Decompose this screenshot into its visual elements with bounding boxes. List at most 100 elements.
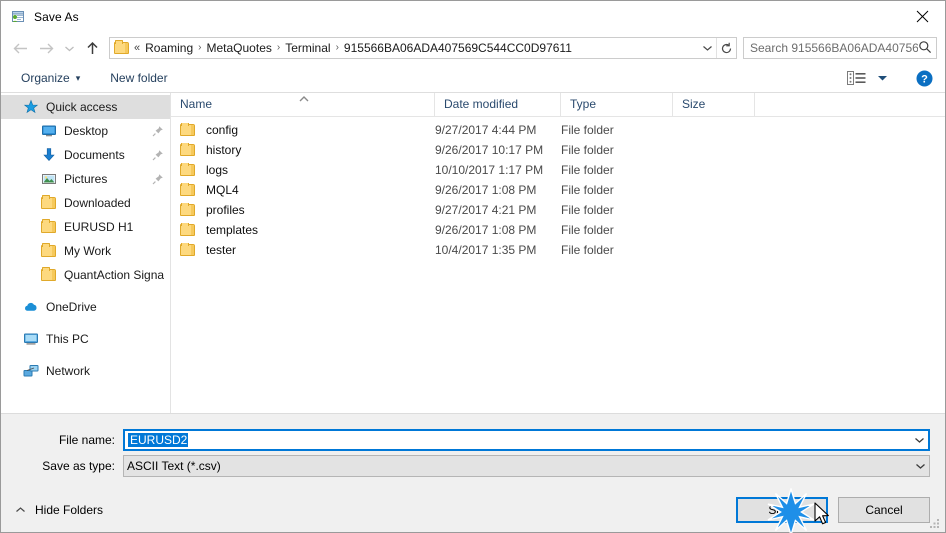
sidebar-item-eurusd-h1[interactable]: EURUSD H1 [1, 215, 170, 239]
sidebar-item-this-pc[interactable]: This PC [1, 327, 170, 351]
window-title: Save As [34, 9, 79, 24]
back-arrow-icon[interactable] [7, 35, 33, 61]
file-date-cell: 10/4/2017 1:35 PM [435, 243, 537, 257]
save-as-type-select[interactable]: ASCII Text (*.csv) [123, 455, 930, 477]
folder-icon [180, 143, 196, 157]
table-row[interactable]: config 9/27/2017 4:44 PM File folder [171, 120, 945, 140]
organize-label: Organize [21, 71, 70, 85]
folder-icon [41, 195, 57, 211]
folder-icon [180, 203, 196, 217]
file-name-cell[interactable]: MQL4 [171, 183, 435, 197]
file-name-cell[interactable]: history [171, 143, 435, 157]
column-header-row: Name Date modified Type Size [171, 93, 945, 117]
dialog-footer: File name: EURUSD2 Save as type: ASCII T… [1, 413, 945, 532]
breadcrumb-item-roaming[interactable]: Roaming [141, 38, 197, 58]
file-date-cell: 9/26/2017 10:17 PM [435, 143, 544, 157]
column-header-size[interactable]: Size [673, 93, 755, 116]
cancel-button[interactable]: Cancel [838, 497, 930, 523]
file-name-label: tester [206, 243, 237, 257]
hide-folders-label: Hide Folders [35, 503, 104, 517]
file-name-label: MQL4 [206, 183, 239, 197]
network-icon [23, 363, 39, 379]
table-row[interactable]: history 9/26/2017 10:17 PM File folder [171, 140, 945, 160]
chevron-up-icon [15, 503, 26, 517]
cancel-button-label: Cancel [865, 503, 903, 517]
column-header-type[interactable]: Type [561, 93, 673, 116]
navigation-bar: « Roaming › MetaQuotes › Terminal › 9155… [1, 32, 945, 64]
pin-icon[interactable] [152, 173, 164, 185]
command-toolbar: Organize ▾ New folder ? [1, 64, 945, 93]
change-view-icon[interactable] [843, 67, 869, 89]
file-type-cell: File folder [561, 163, 614, 177]
sidebar-item-desktop[interactable]: Desktop [1, 119, 170, 143]
table-row[interactable]: profiles 9/27/2017 4:21 PM File folder [171, 200, 945, 220]
close-icon[interactable] [899, 1, 945, 31]
file-date-cell: 9/26/2017 1:08 PM [435, 223, 537, 237]
sort-ascending-icon [298, 93, 310, 102]
file-name-cell[interactable]: profiles [171, 203, 435, 217]
file-type-cell: File folder [561, 183, 614, 197]
folder-icon [41, 267, 57, 283]
breadcrumb-overflow[interactable]: « [132, 38, 141, 58]
column-header-date-modified[interactable]: Date modified [435, 93, 561, 116]
footer-button-bar: Hide Folders Save Cancel [1, 488, 945, 532]
new-folder-label: New folder [110, 71, 168, 85]
address-chevron-down-icon[interactable] [698, 38, 716, 58]
breadcrumb-item-metaquotes[interactable]: MetaQuotes [203, 38, 276, 58]
recent-locations-chevron-down-icon[interactable] [59, 35, 79, 61]
sidebar-item-downloaded[interactable]: Downloaded [1, 191, 170, 215]
pin-icon[interactable] [152, 125, 164, 137]
breadcrumb-item-terminal[interactable]: Terminal [281, 38, 334, 58]
table-row[interactable]: logs 10/10/2017 1:17 PM File folder [171, 160, 945, 180]
sidebar-item-pictures[interactable]: Pictures [1, 167, 170, 191]
this-pc-icon [23, 331, 39, 347]
help-icon[interactable]: ? [911, 67, 937, 89]
file-name-label: history [206, 143, 242, 157]
file-name-cell[interactable]: logs [171, 163, 435, 177]
file-name-cell[interactable]: config [171, 123, 435, 137]
pin-icon[interactable] [152, 149, 164, 161]
folder-icon [41, 243, 57, 259]
resize-grip-icon[interactable] [929, 517, 941, 529]
breadcrumb-item-terminal-id[interactable]: 915566BA06ADA407569C544CC0D97611 [340, 38, 698, 58]
file-type-cell: File folder [561, 243, 614, 257]
sidebar-item-label: Network [46, 364, 91, 378]
table-row[interactable]: templates 9/26/2017 1:08 PM File folder [171, 220, 945, 240]
up-arrow-icon[interactable] [79, 35, 105, 61]
file-name-input[interactable]: EURUSD2 [123, 429, 930, 451]
cancel-button-wrapper: Cancel [838, 497, 930, 523]
search-input[interactable]: Search 915566BA06ADA40756... [743, 37, 937, 59]
save-as-type-row: Save as type: ASCII Text (*.csv) [1, 455, 945, 477]
pictures-icon [41, 171, 57, 187]
sidebar-item-quick-access[interactable]: Quick access [1, 95, 170, 119]
sidebar-item-onedrive[interactable]: OneDrive [1, 295, 170, 319]
file-name-cell[interactable]: templates [171, 223, 435, 237]
save-button[interactable]: Save [736, 497, 828, 523]
file-name-label: File name: [58, 433, 115, 447]
view-chevron-down-icon[interactable] [869, 67, 895, 89]
save-as-type-label: Save as type: [42, 459, 115, 473]
organize-button[interactable]: Organize ▾ [15, 67, 86, 89]
search-icon[interactable] [918, 40, 932, 57]
address-bar[interactable]: « Roaming › MetaQuotes › Terminal › 9155… [109, 37, 737, 59]
search-placeholder: Search 915566BA06ADA40756... [750, 41, 918, 55]
table-row[interactable]: MQL4 9/26/2017 1:08 PM File folder [171, 180, 945, 200]
forward-arrow-icon[interactable] [33, 35, 59, 61]
file-type-cell: File folder [561, 203, 614, 217]
file-name-cell[interactable]: tester [171, 243, 435, 257]
save-button-wrapper: Save [736, 497, 828, 523]
file-name-value[interactable]: EURUSD2 [125, 433, 911, 447]
hide-folders-button[interactable]: Hide Folders [1, 503, 103, 517]
sidebar-item-documents[interactable]: Documents [1, 143, 170, 167]
table-row[interactable]: tester 10/4/2017 1:35 PM File folder [171, 240, 945, 260]
refresh-icon[interactable] [716, 38, 736, 58]
sidebar-item-quantaction-signal[interactable]: QuantAction Signal [1, 263, 170, 287]
save-as-type-chevron-down-icon[interactable] [912, 456, 929, 476]
new-folder-button[interactable]: New folder [104, 67, 173, 89]
file-name-chevron-down-icon[interactable] [911, 431, 928, 449]
save-as-app-icon [10, 9, 26, 25]
file-type-cell: File folder [561, 143, 614, 157]
sidebar-item-my-work[interactable]: My Work [1, 239, 170, 263]
sidebar-item-network[interactable]: Network [1, 359, 170, 383]
